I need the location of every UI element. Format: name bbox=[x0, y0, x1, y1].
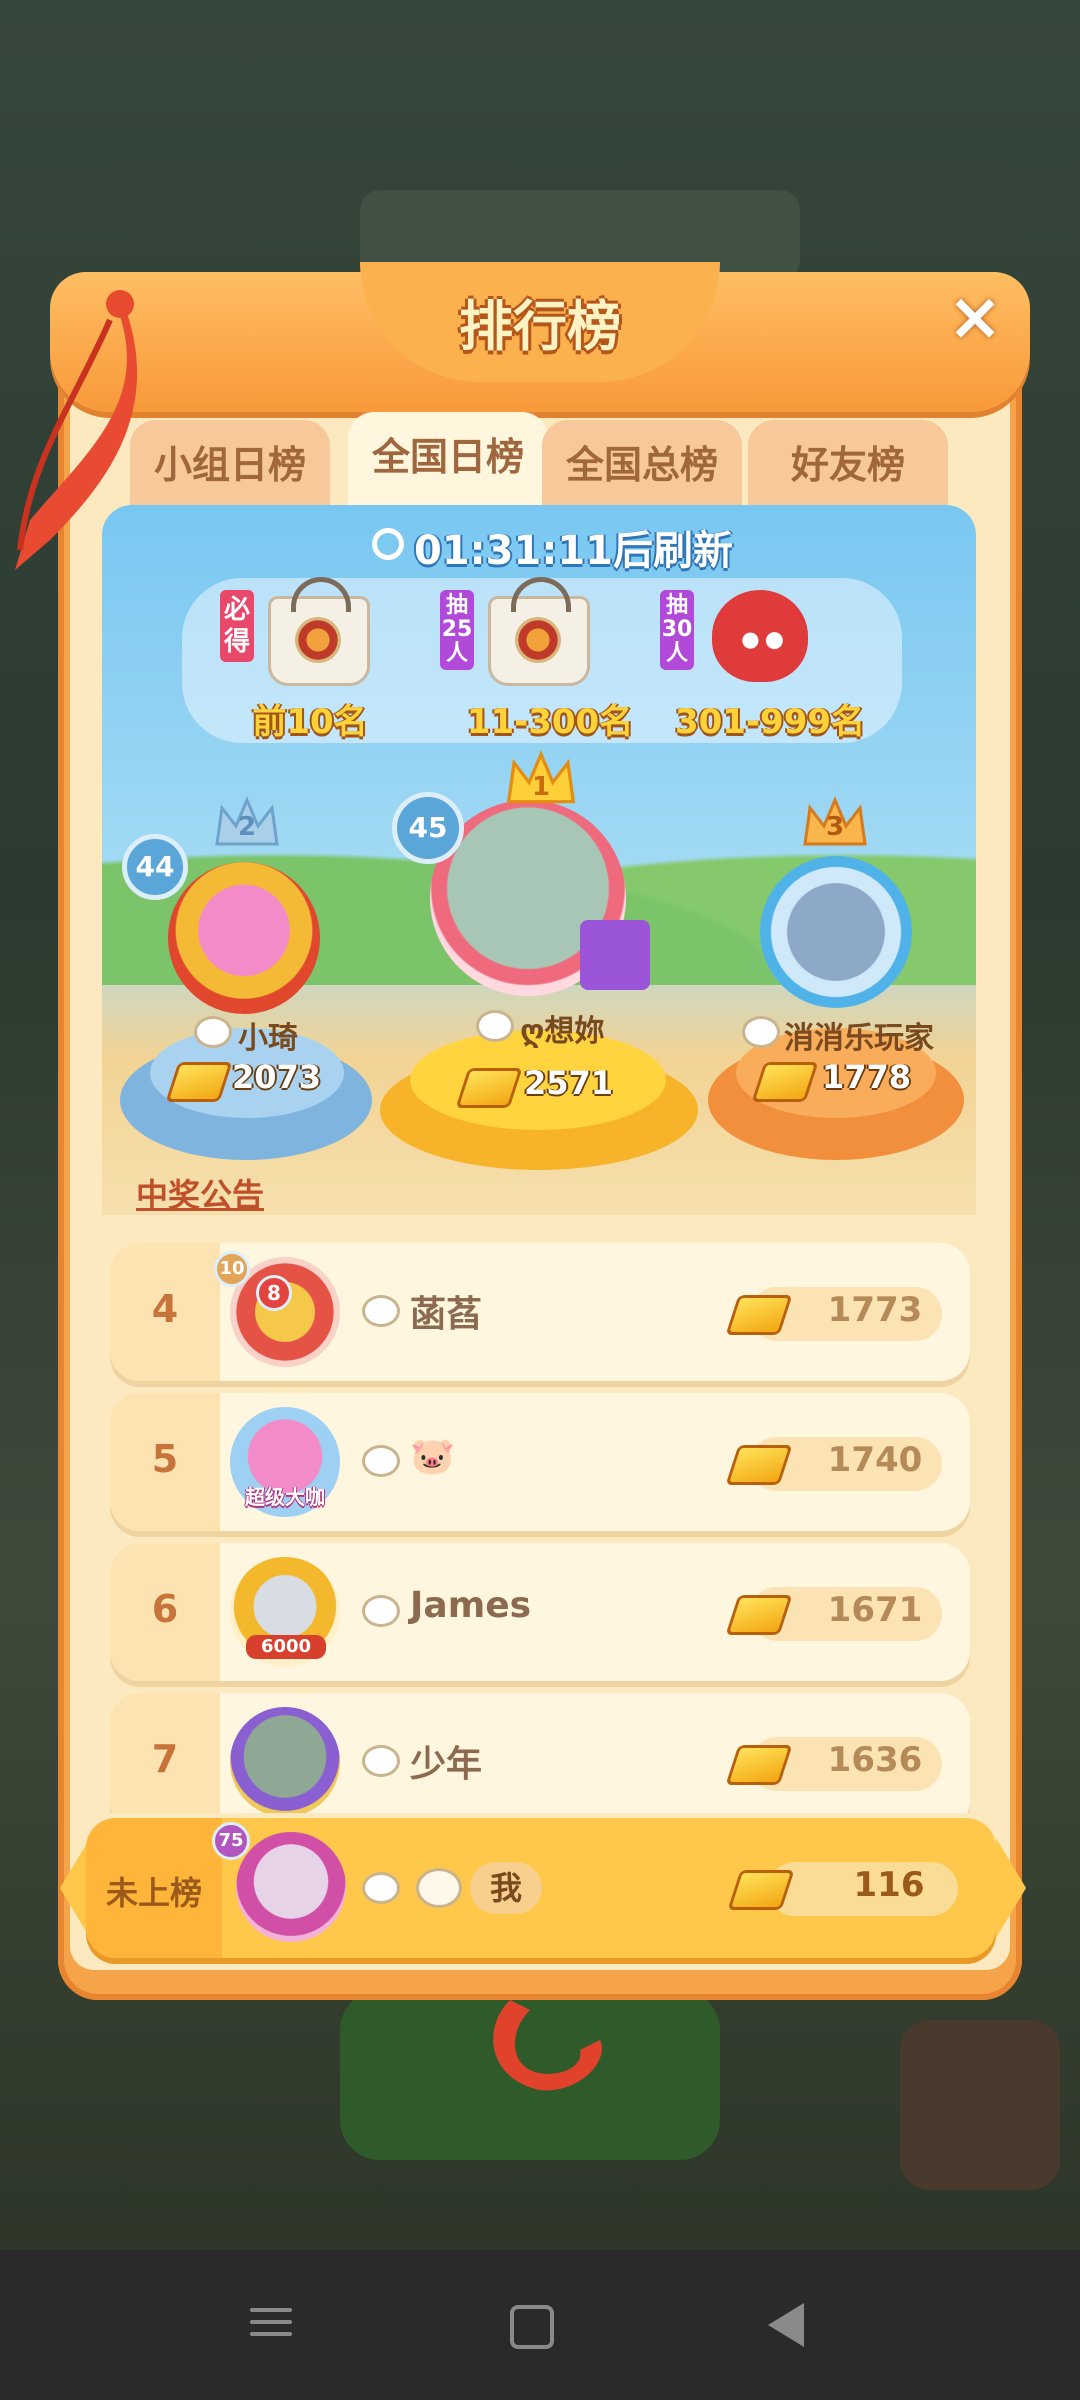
row-score: 1773 bbox=[827, 1290, 923, 1330]
reward-top10[interactable]: 必得 前10名 bbox=[220, 577, 440, 742]
row-rank: 4 bbox=[151, 1287, 179, 1331]
my-rank-label: 未上榜 bbox=[105, 1874, 202, 1912]
tab-bar: 小组日榜 全国日榜 全国总榜 好友榜 bbox=[130, 412, 950, 505]
close-button[interactable]: × bbox=[940, 282, 1010, 352]
my-score: 116 bbox=[853, 1865, 925, 1905]
rabbit-icon bbox=[362, 1872, 400, 1904]
my-level-badge: 75 bbox=[212, 1822, 250, 1860]
podium-1-level-badge: 45 bbox=[392, 792, 464, 864]
home-icon[interactable] bbox=[510, 2305, 554, 2349]
table-row[interactable]: 7 少年 1636 bbox=[110, 1693, 970, 1813]
row-name: 少年 bbox=[410, 1744, 483, 1785]
tab-national-total[interactable]: 全国总榜 bbox=[542, 420, 742, 505]
row-name: 🐷 bbox=[410, 1436, 455, 1477]
podium-2-rank: 2 bbox=[237, 812, 257, 842]
row-title-badge: 超级大咖 bbox=[245, 1485, 325, 1509]
reward-label: 11-300名 bbox=[466, 702, 634, 742]
row-title-badge: 6000 bbox=[246, 1635, 326, 1659]
reward-tag: 抽30人 bbox=[660, 590, 694, 670]
bunny-pet-icon bbox=[416, 1868, 462, 1908]
row-score: 1740 bbox=[827, 1440, 923, 1480]
row-rank: 6 bbox=[151, 1587, 179, 1631]
reward-11-300[interactable]: 抽25人 11-300名 bbox=[440, 577, 660, 742]
rabbit-icon bbox=[362, 1595, 400, 1627]
winner-announcement-link[interactable]: 中奖公告 bbox=[136, 1170, 264, 1216]
gift-bag-icon bbox=[268, 577, 370, 686]
row-rank: 7 bbox=[151, 1737, 179, 1781]
ranking-list[interactable]: 4 10 8 菡萏 1773 5 超级大咖 🐷 1740 6 6000 Jame… bbox=[110, 1243, 970, 1813]
ribbon-decoration bbox=[493, 2000, 602, 2091]
rabbit-icon bbox=[362, 1295, 400, 1327]
reward-tag: 抽25人 bbox=[440, 590, 474, 670]
reward-label: 前10名 bbox=[252, 702, 368, 742]
podium-2-name: 小琦 bbox=[238, 1021, 298, 1056]
background-item bbox=[900, 2020, 1060, 2190]
gift-bag-icon bbox=[488, 577, 590, 686]
row-score: 1671 bbox=[827, 1590, 923, 1630]
row-rank: 5 bbox=[151, 1437, 179, 1481]
tab-friends[interactable]: 好友榜 bbox=[748, 420, 948, 505]
reward-301-999[interactable]: 抽30人 301-999名 bbox=[660, 590, 880, 742]
row-badge-number: 8 bbox=[256, 1275, 292, 1311]
tab-group-daily[interactable]: 小组日榜 bbox=[130, 420, 330, 505]
row-name: 菡萏 bbox=[410, 1294, 483, 1335]
row-name: James bbox=[410, 1585, 532, 1626]
red-fox-plush-icon bbox=[712, 590, 808, 682]
gift-box-icon bbox=[580, 920, 650, 990]
row-score: 1636 bbox=[827, 1740, 923, 1780]
me-tag: 我 bbox=[470, 1862, 542, 1914]
podium-3-score: 1778 bbox=[822, 1058, 912, 1096]
podium-3-avatar[interactable] bbox=[760, 856, 912, 1008]
podium-3-rank: 3 bbox=[825, 812, 845, 842]
table-row[interactable]: 4 10 8 菡萏 1773 bbox=[110, 1243, 970, 1381]
row-avatar[interactable] bbox=[230, 1707, 340, 1813]
podium-1-name: ღ想妳 bbox=[520, 1014, 605, 1049]
row-level-badge: 10 bbox=[214, 1251, 250, 1287]
back-icon[interactable] bbox=[768, 2303, 804, 2347]
clock-icon bbox=[372, 528, 404, 560]
rabbit-icon bbox=[476, 1010, 514, 1042]
podium-2-level-badge: 44 bbox=[122, 834, 188, 900]
reward-tag: 必得 bbox=[220, 590, 254, 662]
my-rank-bar[interactable]: 未上榜 75 我 116 bbox=[86, 1818, 996, 1958]
podium-2-avatar[interactable] bbox=[168, 862, 320, 1014]
podium-1-rank: 1 bbox=[531, 772, 551, 802]
my-avatar[interactable] bbox=[236, 1832, 346, 1942]
podium-3-name: 消消乐玩家 bbox=[784, 1021, 934, 1056]
podium-1-score: 2571 bbox=[524, 1064, 614, 1102]
refresh-timer: 01:31:11后刷新 bbox=[414, 528, 733, 574]
reward-label: 301-999名 bbox=[674, 702, 866, 742]
table-row[interactable]: 6 6000 James 1671 bbox=[110, 1543, 970, 1681]
rabbit-icon bbox=[362, 1745, 400, 1777]
rabbit-icon bbox=[742, 1016, 780, 1048]
tab-national-daily[interactable]: 全国日榜 bbox=[348, 412, 548, 505]
rabbit-icon bbox=[362, 1445, 400, 1477]
menu-icon[interactable] bbox=[250, 2300, 300, 2350]
podium-2-score: 2073 bbox=[232, 1058, 322, 1096]
rabbit-icon bbox=[194, 1016, 232, 1048]
page-title: 排行榜 bbox=[459, 295, 621, 358]
table-row[interactable]: 5 超级大咖 🐷 1740 bbox=[110, 1393, 970, 1531]
